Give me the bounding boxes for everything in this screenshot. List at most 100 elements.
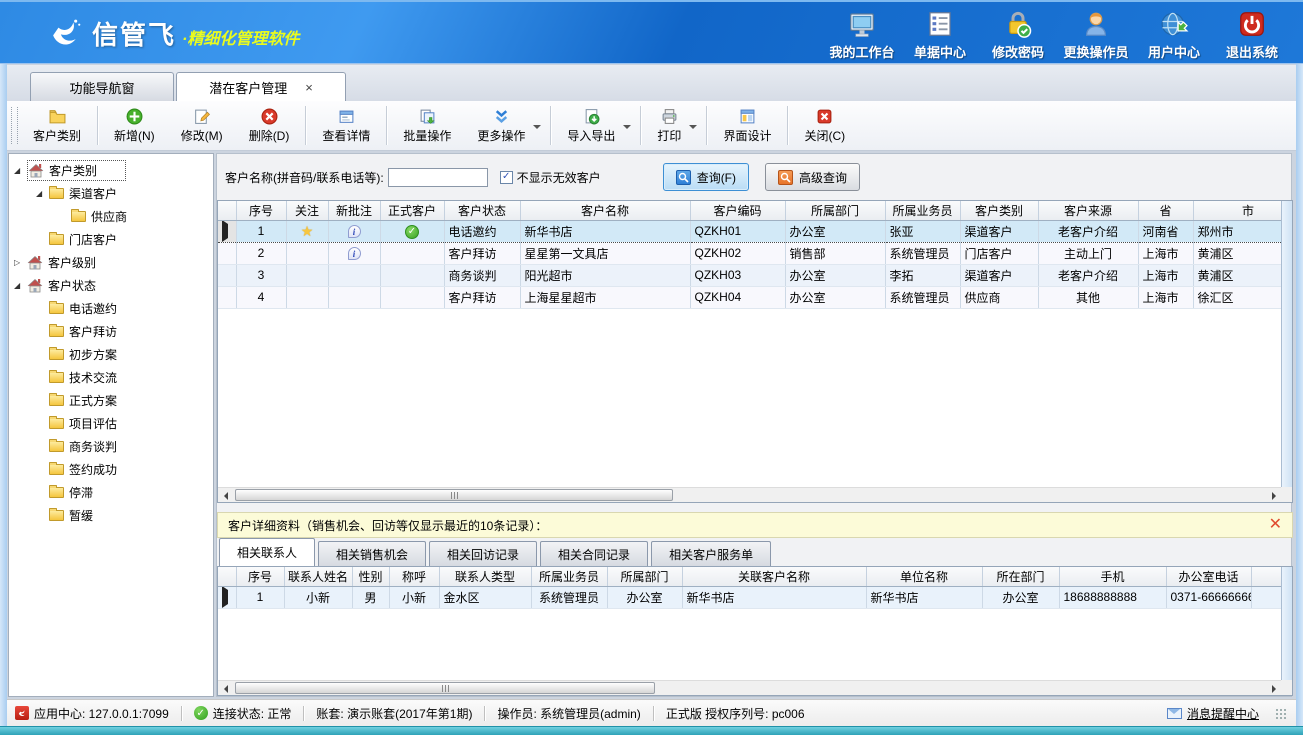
tree-item-store-customer[interactable]: ◢ 门店客户 xyxy=(9,228,213,251)
advanced-query-button[interactable]: 高级查询 xyxy=(765,163,860,191)
toolbar-grip[interactable] xyxy=(11,107,18,144)
tree-item-project-evaluation[interactable]: ◢项目评估 xyxy=(9,412,213,435)
scroll-left-arrow[interactable] xyxy=(218,488,233,503)
nav-switch-operator[interactable]: 更换操作员 xyxy=(1057,9,1135,61)
column-header[interactable]: 所在部门 xyxy=(982,567,1059,586)
column-header[interactable]: 所属业务员 xyxy=(531,567,607,586)
table-row[interactable]: 1 小新 男 小新 金水区 系统管理员 办公室 新华书店 新华书店 办公室 18 xyxy=(218,586,1281,608)
edit-button[interactable]: 修改(M) xyxy=(168,101,236,150)
expander-expanded-icon[interactable]: ◢ xyxy=(36,189,49,198)
annotation-icon[interactable]: i xyxy=(348,247,361,260)
column-header[interactable]: 所属部门 xyxy=(785,201,885,220)
column-header[interactable]: 新批注 xyxy=(328,201,380,220)
batch-operations-button[interactable]: 批量操作 xyxy=(390,101,464,150)
column-header[interactable]: 客户来源 xyxy=(1038,201,1138,220)
detail-tab-sales-opportunities[interactable]: 相关销售机会 xyxy=(318,541,426,566)
column-header[interactable]: 客户编码 xyxy=(690,201,785,220)
detail-tab-contacts[interactable]: 相关联系人 xyxy=(219,538,315,566)
tree-item-tech-exchange[interactable]: ◢技术交流 xyxy=(9,366,213,389)
tree-item-customer-level[interactable]: ▷ 客户级别 xyxy=(9,251,213,274)
column-header[interactable]: 关联客户名称 xyxy=(682,567,866,586)
view-details-button[interactable]: 查看详情 xyxy=(309,101,383,150)
column-header[interactable]: 省 xyxy=(1138,201,1193,220)
column-header[interactable]: 手机 xyxy=(1059,567,1166,586)
column-header[interactable]: 客户状态 xyxy=(444,201,520,220)
tab-potential-customers[interactable]: 潜在客户管理 × xyxy=(176,72,346,101)
tree-item-initial-plan[interactable]: ◢初步方案 xyxy=(9,343,213,366)
column-header[interactable]: 单位名称 xyxy=(866,567,982,586)
add-button[interactable]: 新增(N) xyxy=(101,101,168,150)
dropdown-caret-icon[interactable] xyxy=(689,125,697,129)
tree-item-postponed[interactable]: ◢暂缓 xyxy=(9,504,213,527)
vertical-scrollbar[interactable] xyxy=(1281,567,1292,680)
nav-document-center[interactable]: 单据中心 xyxy=(901,9,979,61)
nav-exit-system[interactable]: 退出系统 xyxy=(1213,9,1291,61)
column-header[interactable]: 关注 xyxy=(286,201,328,220)
scroll-right-arrow[interactable] xyxy=(1266,488,1281,503)
ui-design-button[interactable]: 界面设计 xyxy=(710,101,784,150)
horizontal-scrollbar[interactable] xyxy=(218,680,1281,695)
column-header[interactable]: 办公室电话 xyxy=(1166,567,1251,586)
customer-category-button[interactable]: 客户类别 xyxy=(20,101,94,150)
scrollbar-thumb[interactable] xyxy=(235,489,673,501)
nav-my-workbench[interactable]: 我的工作台 xyxy=(823,9,901,61)
vertical-scrollbar[interactable] xyxy=(1281,201,1292,487)
query-button[interactable]: 查询(F) xyxy=(663,163,749,191)
import-export-button[interactable]: 导入导出 xyxy=(554,101,637,150)
delete-button[interactable]: 删除(D) xyxy=(236,101,303,150)
horizontal-scrollbar[interactable] xyxy=(218,487,1281,502)
tree-item-business-negotiation[interactable]: ◢商务谈判 xyxy=(9,435,213,458)
more-operations-button[interactable]: 更多操作 xyxy=(464,101,547,150)
close-button[interactable]: 关闭(C) xyxy=(791,101,858,150)
column-header[interactable]: 称呼 xyxy=(389,567,439,586)
print-button[interactable]: 打印 xyxy=(644,101,703,150)
expander-collapsed-icon[interactable]: ▷ xyxy=(14,258,27,267)
tree-item-phone-invite[interactable]: ◢电话邀约 xyxy=(9,297,213,320)
hide-invalid-checkbox[interactable]: ✓ 不显示无效客户 xyxy=(500,169,601,186)
column-header[interactable]: 客户类别 xyxy=(960,201,1038,220)
tree-item-channel-customer[interactable]: ◢ 渠道客户 xyxy=(9,182,213,205)
tree-item-customer-category[interactable]: ◢ 客户类别 xyxy=(9,159,213,182)
detail-tabs: 相关联系人 相关销售机会 相关回访记录 相关合同记录 相关客户服务单 xyxy=(217,538,1293,566)
column-header[interactable]: 市 xyxy=(1193,201,1281,220)
dropdown-caret-icon[interactable] xyxy=(533,125,541,129)
expander-expanded-icon[interactable]: ◢ xyxy=(14,281,27,290)
table-row[interactable]: 3 商务谈判 阳光超市 QZKH03 办公室 李拓 渠道客户 老客户介绍 xyxy=(218,264,1281,286)
tab-function-nav[interactable]: 功能导航窗 xyxy=(30,72,174,101)
nav-user-center[interactable]: 用户中心 xyxy=(1135,9,1213,61)
detail-tab-visit-records[interactable]: 相关回访记录 xyxy=(429,541,537,566)
close-tab-icon[interactable]: × xyxy=(305,81,313,94)
tree-item-formal-plan[interactable]: ◢正式方案 xyxy=(9,389,213,412)
column-header[interactable]: 所属业务员 xyxy=(885,201,960,220)
dropdown-caret-icon[interactable] xyxy=(623,125,631,129)
table-row[interactable]: 4 客户拜访 上海星星超市 QZKH04 办公室 系统管理员 供应商 其他 xyxy=(218,286,1281,308)
detail-close-icon[interactable]: ✕ xyxy=(1269,517,1282,533)
column-header[interactable]: 所属部门 xyxy=(607,567,682,586)
column-header[interactable]: 客户名称 xyxy=(520,201,690,220)
star-icon[interactable]: ★ xyxy=(301,223,314,239)
column-header[interactable]: 联系人姓名 xyxy=(284,567,352,586)
column-header[interactable]: 性别 xyxy=(352,567,389,586)
resize-grip[interactable] xyxy=(1275,708,1286,719)
expander-expanded-icon[interactable]: ◢ xyxy=(14,166,27,175)
tree-item-stalled[interactable]: ◢停滞 xyxy=(9,481,213,504)
tree-item-signed-success[interactable]: ◢签约成功 xyxy=(9,458,213,481)
column-header[interactable]: 序号 xyxy=(236,567,284,586)
scroll-right-arrow[interactable] xyxy=(1266,681,1281,696)
column-header[interactable]: 联系人类型 xyxy=(439,567,531,586)
table-row[interactable]: 1 ★ i ✓ 电话邀约 新华书店 QZKH01 办公室 张亚 渠道客户 老客户 xyxy=(218,220,1281,242)
customer-name-input[interactable] xyxy=(388,168,488,187)
annotation-icon[interactable]: i xyxy=(348,225,361,238)
column-header[interactable]: 正式客户 xyxy=(380,201,444,220)
detail-tab-contract-records[interactable]: 相关合同记录 xyxy=(540,541,648,566)
tree-item-customer-status[interactable]: ◢ 客户状态 xyxy=(9,274,213,297)
message-center-link[interactable]: 消息提醒中心 xyxy=(1167,705,1259,722)
tree-item-supplier[interactable]: ◢ 供应商 xyxy=(9,205,213,228)
nav-change-password[interactable]: 修改密码 xyxy=(979,9,1057,61)
detail-tab-service-orders[interactable]: 相关客户服务单 xyxy=(651,541,771,566)
scrollbar-thumb[interactable] xyxy=(235,682,655,694)
tree-item-customer-visit[interactable]: ◢客户拜访 xyxy=(9,320,213,343)
table-row[interactable]: 2 i 客户拜访 星星第一文具店 QZKH02 销售部 系统管理员 门店客户 xyxy=(218,242,1281,264)
column-header[interactable]: 序号 xyxy=(236,201,286,220)
scroll-left-arrow[interactable] xyxy=(218,681,233,696)
